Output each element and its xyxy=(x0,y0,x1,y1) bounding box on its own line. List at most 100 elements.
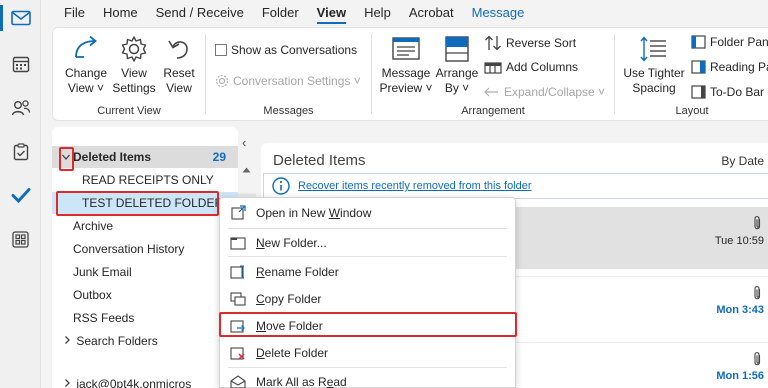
message-date: Tue 10:59 xyxy=(714,235,764,247)
collapse-pane-icon[interactable]: ‹ xyxy=(242,135,246,150)
expand-collapse-icon xyxy=(484,87,498,97)
delete-folder-icon xyxy=(220,346,256,360)
attachment-icon xyxy=(754,352,761,366)
tighter-spacing-icon xyxy=(621,32,687,66)
group-layout: Use Tighter Spacing Folder Pane Reading … xyxy=(615,28,768,120)
expand-collapse-button[interactable]: Expand/Collapse ˅ xyxy=(484,85,605,99)
mark-read-icon xyxy=(220,374,256,388)
menu-delete-folder[interactable]: Delete Folder xyxy=(220,339,515,366)
highlight-test-deleted-folder xyxy=(56,191,219,216)
reverse-sort-button[interactable]: Reverse Sort xyxy=(484,35,576,51)
ribbon-tabs: File Home Send / Receive Folder View Hel… xyxy=(41,0,768,26)
ribbon: Change View ˅ View Settings Reset View C… xyxy=(52,27,768,121)
reverse-sort-label: Reverse Sort xyxy=(506,36,577,50)
tab-view[interactable]: View xyxy=(308,0,355,26)
tab-message[interactable]: Message xyxy=(463,0,534,26)
menu-rename-folder[interactable]: Rename Folder xyxy=(220,258,515,285)
add-columns-button[interactable]: Add Columns xyxy=(484,60,578,74)
change-view-icon xyxy=(61,32,111,66)
menu-mark-all-as-read[interactable]: Mark All as Read xyxy=(220,368,515,388)
folder-pane: Deleted Items 29 READ RECEIPTS ONLY TEST… xyxy=(52,127,238,388)
message-date: Mon 1:56 xyxy=(716,370,764,382)
group-label-layout: Layout xyxy=(675,105,709,117)
rename-folder-icon xyxy=(220,264,256,279)
use-tighter-spacing-button[interactable]: Use Tighter Spacing xyxy=(621,32,687,96)
conversation-settings-button[interactable]: Conversation Settings ˅ xyxy=(215,74,361,88)
folder-rss-feeds[interactable]: RSS Feeds xyxy=(52,307,238,329)
folder-read-receipts-only[interactable]: READ RECEIPTS ONLY xyxy=(52,169,238,191)
use-tighter-spacing-label: Use Tighter Spacing xyxy=(623,66,685,95)
calendar-icon[interactable] xyxy=(0,47,41,81)
menu-label-pre: Mark All as R xyxy=(256,374,327,388)
chevron-right-icon xyxy=(64,373,73,388)
tasks-icon[interactable] xyxy=(0,135,41,169)
folder-conversation-history[interactable]: Conversation History xyxy=(52,238,238,260)
menu-label-accel: W xyxy=(328,205,341,220)
tab-folder[interactable]: Folder xyxy=(253,0,308,26)
search-folders-label: Search Folders xyxy=(76,334,158,348)
folder-context-menu: Open in New Window New Folder... Rename … xyxy=(219,197,516,388)
conversation-settings-icon xyxy=(215,74,229,88)
tab-home[interactable]: Home xyxy=(94,0,147,26)
apps-icon[interactable] xyxy=(0,222,41,256)
reading-pane-button[interactable]: Reading Pa xyxy=(691,60,768,74)
tab-file[interactable]: File xyxy=(55,0,94,26)
group-label-arrangement: Arrangement xyxy=(461,105,525,117)
highlight-move-folder xyxy=(219,312,517,337)
folder-pane-button[interactable]: Folder Pane xyxy=(691,35,768,49)
todo-bar-button[interactable]: To-Do Bar ˅ xyxy=(691,85,768,99)
tab-acrobat[interactable]: Acrobat xyxy=(400,0,463,26)
menu-open-in-new-window[interactable]: Open in New Window xyxy=(220,199,515,226)
folder-pane-label: Folder Pane xyxy=(710,35,768,49)
tab-send-receive[interactable]: Send / Receive xyxy=(147,0,253,26)
mail-icon[interactable] xyxy=(0,1,41,35)
chevron-right-icon xyxy=(64,330,73,352)
message-preview-button[interactable]: Message Preview ˅ xyxy=(378,32,434,96)
scroll-up-icon[interactable] xyxy=(242,167,251,173)
reset-icon xyxy=(157,32,201,66)
reverse-sort-icon xyxy=(485,35,501,51)
deleted-items-label: Deleted Items xyxy=(73,150,152,164)
menu-label-post: ew Folder... xyxy=(264,235,327,250)
account-header[interactable]: jack@0pt4k.onmicros xyxy=(52,373,238,388)
tab-help[interactable]: Help xyxy=(355,0,400,26)
add-columns-icon xyxy=(484,62,502,74)
app-rail xyxy=(0,0,41,388)
menu-label-accel: N xyxy=(256,235,265,250)
todo-check-icon[interactable] xyxy=(0,178,41,212)
change-view-button[interactable]: Change View ˅ xyxy=(61,32,111,96)
sort-by-date[interactable]: By Date xyxy=(721,154,764,168)
folder-archive[interactable]: Archive xyxy=(52,215,238,237)
people-icon[interactable] xyxy=(0,91,41,125)
info-icon xyxy=(272,177,290,195)
recover-items-link[interactable]: Recover items recently removed from this… xyxy=(298,180,532,192)
recover-items-banner: Recover items recently removed from this… xyxy=(263,173,768,199)
menu-new-folder[interactable]: New Folder... xyxy=(220,229,515,256)
group-label-messages: Messages xyxy=(263,105,314,117)
menu-label-accel: C xyxy=(256,291,265,306)
expand-collapse-label: Expand/Collapse ˅ xyxy=(504,85,606,99)
reading-pane-label: Reading Pa xyxy=(710,60,768,74)
folder-search-folders[interactable]: Search Folders xyxy=(52,330,238,352)
reset-view-button[interactable]: Reset View xyxy=(157,32,201,96)
arrange-by-label: Arrange By ˅ xyxy=(435,66,479,95)
view-settings-button[interactable]: View Settings xyxy=(109,32,159,96)
message-list-title: Deleted Items xyxy=(273,152,366,169)
folder-junk-email[interactable]: Junk Email xyxy=(52,261,238,283)
arrange-by-button[interactable]: Arrange By ˅ xyxy=(434,32,480,96)
folder-deleted-items[interactable]: Deleted Items 29 xyxy=(52,146,238,168)
group-label-current-view: Current View xyxy=(97,105,161,117)
menu-label-accel: R xyxy=(256,264,265,279)
menu-label-pre: Open in New xyxy=(256,205,329,220)
group-arrangement: Message Preview ˅ Arrange By ˅ Reverse S… xyxy=(372,28,614,120)
menu-label-post: elete Folder xyxy=(264,345,329,360)
menu-copy-folder[interactable]: Copy Folder xyxy=(220,285,515,312)
attachment-icon xyxy=(754,286,761,300)
arrange-by-icon xyxy=(434,32,480,66)
change-view-label: Change View ˅ xyxy=(64,66,108,95)
account-label: jack@0pt4k.onmicros xyxy=(76,377,192,388)
menu-label-post: opy Folder xyxy=(264,291,322,306)
folder-outbox[interactable]: Outbox xyxy=(52,284,238,306)
show-as-conversations-checkbox[interactable]: Show as Conversations xyxy=(215,43,357,57)
group-messages: Show as Conversations Conversation Setti… xyxy=(206,28,371,120)
